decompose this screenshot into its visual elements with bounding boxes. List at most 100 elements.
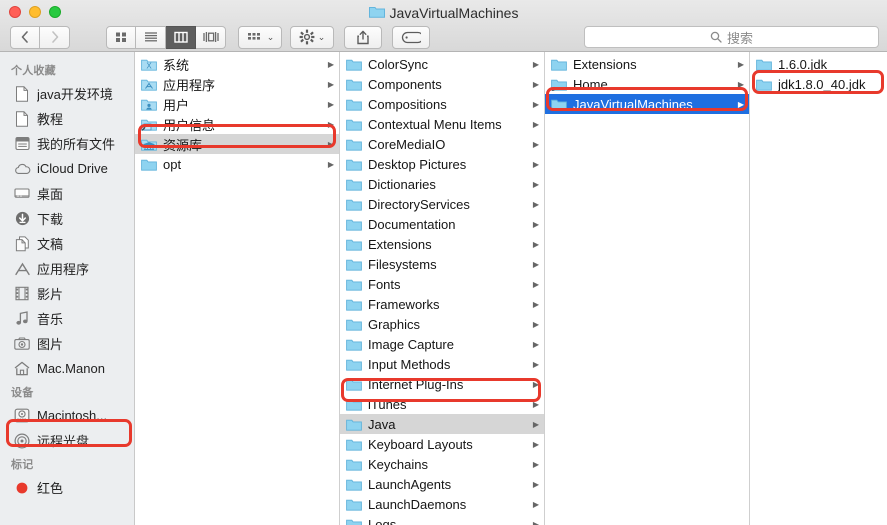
library-folder-icon — [141, 138, 157, 151]
file-row[interactable]: 应用程序 ▶ — [135, 74, 339, 94]
file-row[interactable]: Input Methods ▶ — [340, 354, 544, 374]
folder-icon — [756, 58, 772, 71]
sidebar-item-远程光盘[interactable]: 远程光盘 — [0, 428, 134, 453]
sidebar-item-java开发环境[interactable]: java开发环境 — [0, 81, 134, 106]
search-input[interactable]: 搜索 — [584, 26, 879, 48]
file-name: Logs — [368, 516, 397, 525]
file-name: Java — [368, 416, 396, 432]
document-icon — [14, 110, 30, 127]
folder-icon — [346, 458, 362, 471]
sidebar-item-label: java开发环境 — [37, 87, 113, 102]
file-row[interactable]: Components ▶ — [340, 74, 544, 94]
music-icon — [14, 311, 30, 327]
window-body: 个人收藏 java开发环境 教程 我的所有文件 iCloud Drive 桌面 下载 文稿 应用… — [0, 52, 887, 525]
sidebar-item-图片[interactable]: 图片 — [0, 331, 134, 356]
file-row[interactable]: 1.6.0.jdk — [750, 54, 887, 74]
file-row[interactable]: Home ▶ — [545, 74, 749, 94]
toolbar: ⌄ ⌄ 搜索 — [0, 22, 887, 52]
documents-icon — [14, 235, 30, 252]
minimize-button[interactable] — [29, 6, 41, 18]
close-button[interactable] — [9, 6, 21, 18]
userinfo-folder-icon — [141, 118, 157, 131]
file-name: iTunes — [368, 396, 407, 412]
downloads-icon — [14, 211, 30, 227]
file-row[interactable]: Filesystems ▶ — [340, 254, 544, 274]
sidebar-item-mac-manon[interactable]: Mac.Manon — [0, 356, 134, 381]
folder-icon — [346, 78, 362, 91]
file-row[interactable]: 用户信息 ▶ — [135, 114, 339, 134]
sidebar-item-icloud-drive[interactable]: iCloud Drive — [0, 156, 134, 181]
file-row[interactable]: Extensions ▶ — [545, 54, 749, 74]
file-row[interactable]: X 系统 ▶ — [135, 54, 339, 74]
column-java[interactable]: Extensions ▶ Home ▶ JavaVirtualMachines ▶ — [545, 52, 750, 525]
file-row[interactable]: Graphics ▶ — [340, 314, 544, 334]
file-row[interactable]: ColorSync ▶ — [340, 54, 544, 74]
sidebar-item-桌面[interactable]: 桌面 — [0, 181, 134, 206]
file-row[interactable]: DirectoryServices ▶ — [340, 194, 544, 214]
file-row[interactable]: Desktop Pictures ▶ — [340, 154, 544, 174]
sidebar-item-应用程序[interactable]: 应用程序 — [0, 256, 134, 281]
file-row[interactable]: Contextual Menu Items ▶ — [340, 114, 544, 134]
file-row[interactable]: Frameworks ▶ — [340, 294, 544, 314]
file-row[interactable]: Compositions ▶ — [340, 94, 544, 114]
folder-icon — [346, 138, 362, 151]
back-button[interactable] — [10, 25, 40, 49]
sidebar-item-教程[interactable]: 教程 — [0, 106, 134, 131]
file-row[interactable]: Image Capture ▶ — [340, 334, 544, 354]
svg-text:X: X — [146, 61, 152, 70]
sidebar-item-我的所有文件[interactable]: 我的所有文件 — [0, 131, 134, 156]
file-row[interactable]: Java ▶ — [340, 414, 544, 434]
file-name: opt — [163, 156, 182, 172]
chevron-right-icon: ▶ — [327, 59, 334, 69]
file-name: 用户信息 — [163, 117, 216, 133]
file-row[interactable]: Keychains ▶ — [340, 454, 544, 474]
sidebar-item-label: Macintosh... — [37, 408, 108, 423]
sidebar-item-红色[interactable]: 红色 — [0, 475, 134, 500]
forward-button[interactable] — [40, 25, 70, 49]
coverflow-view-button[interactable] — [196, 25, 226, 49]
list-view-button[interactable] — [136, 25, 166, 49]
chevron-right-icon: ▶ — [532, 499, 539, 509]
sidebar-item-影片[interactable]: 影片 — [0, 281, 134, 306]
sidebar-item-下载[interactable]: 下载 — [0, 206, 134, 231]
tags-button[interactable] — [392, 25, 430, 49]
file-name: Documentation — [368, 216, 456, 232]
file-row[interactable]: LaunchDaemons ▶ — [340, 494, 544, 514]
column-root[interactable]: X 系统 ▶ 应用程序 ▶ 用户 ▶ 用户信息 ▶ 资源库 ▶ opt ▶ — [135, 52, 340, 525]
file-row[interactable]: Internet Plug-Ins ▶ — [340, 374, 544, 394]
file-row[interactable]: LaunchAgents ▶ — [340, 474, 544, 494]
finder-window: JavaVirtualMachines ⌄ ⌄ 搜索 个人收藏 java开发环境… — [0, 0, 887, 525]
icon-view-button[interactable] — [106, 25, 136, 49]
file-row[interactable]: CoreMediaIO ▶ — [340, 134, 544, 154]
folder-icon — [346, 298, 362, 311]
file-row[interactable]: Documentation ▶ — [340, 214, 544, 234]
file-row[interactable]: jdk1.8.0_40.jdk — [750, 74, 887, 94]
arrange-button[interactable]: ⌄ — [238, 25, 282, 49]
file-row[interactable]: Logs ▶ — [340, 514, 544, 525]
folder-icon — [346, 198, 362, 211]
sidebar[interactable]: 个人收藏 java开发环境 教程 我的所有文件 iCloud Drive 桌面 下载 文稿 应用… — [0, 52, 135, 525]
file-row[interactable]: 用户 ▶ — [135, 94, 339, 114]
column-view-button[interactable] — [166, 25, 196, 49]
column-library[interactable]: ColorSync ▶ Components ▶ Compositions ▶ Contex… — [340, 52, 545, 525]
sidebar-item-macintosh-[interactable]: Macintosh... — [0, 403, 134, 428]
column-jvm[interactable]: 1.6.0.jdk jdk1.8.0_40.jdk — [750, 52, 887, 525]
file-row[interactable]: Extensions ▶ — [340, 234, 544, 254]
maximize-button[interactable] — [49, 6, 61, 18]
file-row[interactable]: JavaVirtualMachines ▶ — [545, 94, 749, 114]
file-row[interactable]: Keyboard Layouts ▶ — [340, 434, 544, 454]
folder-icon — [346, 158, 362, 171]
file-row[interactable]: Dictionaries ▶ — [340, 174, 544, 194]
file-row[interactable]: opt ▶ — [135, 154, 339, 174]
share-button[interactable] — [344, 25, 382, 49]
sidebar-item-音乐[interactable]: 音乐 — [0, 306, 134, 331]
file-name: Image Capture — [368, 336, 454, 352]
chevron-right-icon: ▶ — [532, 459, 539, 469]
file-row[interactable]: Fonts ▶ — [340, 274, 544, 294]
file-row[interactable]: 资源库 ▶ — [135, 134, 339, 154]
file-row[interactable]: iTunes ▶ — [340, 394, 544, 414]
action-menu-button[interactable]: ⌄ — [290, 25, 334, 49]
sidebar-item-文稿[interactable]: 文稿 — [0, 231, 134, 256]
chevron-right-icon: ▶ — [532, 99, 539, 109]
users-folder-icon — [141, 98, 157, 111]
